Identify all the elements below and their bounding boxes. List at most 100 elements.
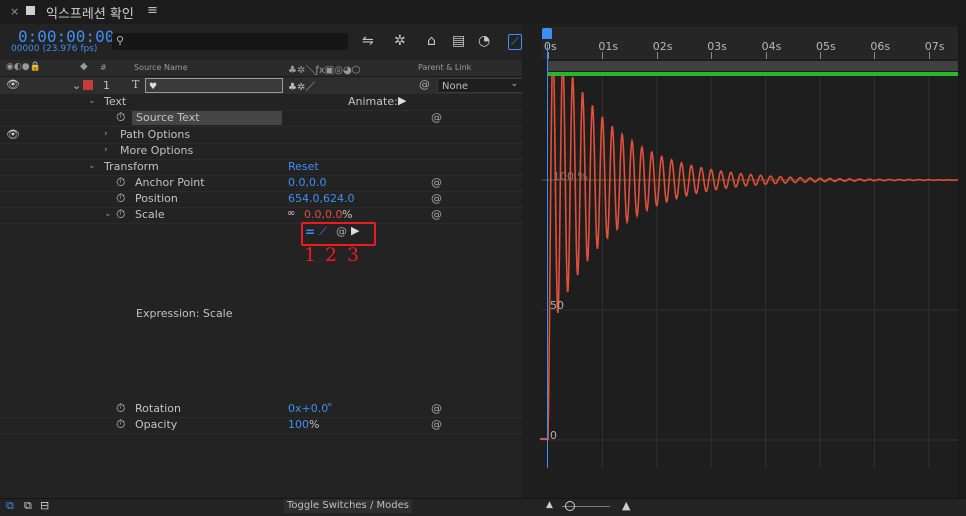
av-switches-icons[interactable]: ◉◐●🔒 [6,62,41,72]
playhead-line[interactable] [547,44,548,468]
stopwatch-icon[interactable]: ⏱ [116,207,125,222]
in-out-columns-icon[interactable]: ⊟ [40,499,49,512]
stopwatch-icon[interactable]: ⏱ [116,191,125,206]
layer-search-input[interactable] [112,33,348,50]
reset-link[interactable]: Reset [288,160,319,173]
chevron-down-icon: ⌄ [510,79,518,89]
time-tick-mark [602,52,604,59]
label-color-icon[interactable]: ◆ [80,61,88,72]
playhead-handle[interactable] [542,28,552,39]
opacity-row[interactable]: ⏱ Opacity 100 % @ [0,417,522,434]
stopwatch-icon[interactable]: ⏱ [116,175,125,190]
pickwhip-icon[interactable]: @ [431,402,442,415]
zoom-in-icon[interactable]: ▲ [622,499,630,512]
more-options-row[interactable]: › More Options [0,143,522,160]
expand-chevron-icon[interactable]: ⌄ [88,96,96,106]
stopwatch-icon[interactable]: ⏱ [116,110,125,125]
anchor-point-row[interactable]: ⏱ Anchor Point 0.0,0.0 @ [0,175,522,192]
source-text-pickwhip-icon[interactable]: @ [431,111,442,124]
scale-row[interactable]: ⌄ ⏱ Scale ∞ 0.0,0.0 % @ [0,207,522,224]
pick-whip-icon[interactable]: @ [419,78,430,91]
source-text-label: Source Text [136,111,200,124]
rotation-row[interactable]: ⏱ Rotation 0x+0.0 ° @ [0,401,522,418]
time-tick-mark [928,52,930,59]
time-tick-label: 0s [544,40,557,53]
animate-label[interactable]: Animate: [348,95,398,108]
path-options-row[interactable]: 👁 › Path Options [0,127,522,144]
visibility-eye-icon[interactable]: 👁 [6,78,20,91]
source-name-header[interactable]: Source Name [134,63,188,72]
rotation-label: Rotation [135,402,182,415]
timeline-footer [0,498,966,516]
text-group-row[interactable]: ⌄ Text Animate: ▶ [0,94,522,111]
transform-label: Transform [104,160,159,173]
rotation-value[interactable]: 0x+0.0 [288,402,328,415]
layer-name-field[interactable]: ♥ [145,78,283,93]
scale-value-curve[interactable] [547,76,966,441]
scale-unit: % [342,208,353,221]
composition-flowchart-icon[interactable]: ⇋ [362,33,374,49]
graph-scroll-strip[interactable] [958,24,966,498]
layer-switches[interactable]: ♣✲／ [288,78,315,93]
parent-dropdown[interactable]: None ⌄ [437,78,523,93]
comment-icon: ♥ [149,82,158,92]
draft-3d-icon[interactable]: ✲ [394,33,406,49]
expression-label[interactable]: Expression: Scale [136,307,233,320]
position-row[interactable]: ⏱ Position 654.0,624.0 @ [0,191,522,208]
constrain-proportions-link-icon[interactable]: ∞ [287,208,295,219]
scale-value[interactable]: 0.0,0.0 [304,208,342,221]
anchor-point-label: Anchor Point [135,176,205,189]
composition-icon [26,6,35,15]
animate-play-icon[interactable]: ▶ [398,94,406,107]
close-tab-icon[interactable]: × [10,5,19,18]
annotation-highlight-box [301,222,376,246]
opacity-value[interactable]: 100 [288,418,309,431]
transfer-controls-icon[interactable]: ⧉ [24,499,32,513]
time-tick-label: 02s [652,40,673,53]
stopwatch-icon[interactable]: ⏱ [116,417,125,432]
panel-divider[interactable] [522,24,542,498]
path-options-label: Path Options [120,128,191,141]
work-area-bar[interactable] [548,61,966,71]
pickwhip-icon[interactable]: @ [431,176,442,189]
visibility-eye-icon[interactable]: 👁 [6,128,20,141]
pickwhip-icon[interactable]: @ [431,192,442,205]
zoom-out-icon[interactable]: ▲ [546,500,553,510]
scale-label: Scale [135,208,165,221]
time-tick-label: 04s [761,40,782,53]
transform-group-row[interactable]: ⌄ Transform Reset [0,159,522,176]
opacity-label: Opacity [135,418,178,431]
toggle-switches-modes-button[interactable]: Toggle Switches / Modes [284,499,412,513]
zoom-slider-handle[interactable] [565,501,575,511]
switches-header-icons[interactable]: ♣✲＼ƒx▣◎◕⬡ [288,61,360,76]
pickwhip-icon[interactable]: @ [431,208,442,221]
stopwatch-icon[interactable]: ⏱ [116,401,125,416]
motion-blur-icon[interactable]: ◔ [478,33,490,49]
label-color-swatch[interactable] [83,80,93,90]
collapse-chevron-icon[interactable]: › [104,145,108,155]
position-value[interactable]: 654.0,624.0 [288,192,354,205]
time-tick-mark [765,52,767,59]
composition-tab-title[interactable]: 익스프레션 확인 [46,3,134,22]
parent-dropdown-value: None [442,81,469,92]
expression-editor[interactable] [288,250,522,398]
shy-layers-icon[interactable]: ⌂ [427,33,436,49]
frame-blending-icon[interactable]: ▤ [452,33,465,49]
source-text-field[interactable]: Source Text [132,111,282,125]
pickwhip-icon[interactable]: @ [431,418,442,431]
time-tick-mark [656,52,658,59]
panel-menu-icon[interactable]: ≡ [147,3,158,18]
position-label: Position [135,192,178,205]
expand-chevron-icon[interactable]: ⌄ [104,209,112,219]
expand-chevron-icon[interactable]: ⌄ [88,161,96,171]
layer-expand-chevron-icon[interactable]: ⌄ [72,79,81,92]
layer-switches-toggle-icon[interactable]: ⧉ [6,499,14,513]
composition-tab-bar [0,0,966,24]
anchor-point-value[interactable]: 0.0,0.0 [288,176,326,189]
collapse-chevron-icon[interactable]: › [104,129,108,139]
graph-canvas[interactable] [542,76,966,468]
frame-fps-readout: 00000 (23.976 fps) [11,44,98,54]
graph-editor-icon[interactable]: ⟋ [508,34,522,50]
more-options-label: More Options [120,144,194,157]
layer-row[interactable]: 👁 ⌄ 1 T ♥ ♣✲／ @ None ⌄ [0,77,523,94]
